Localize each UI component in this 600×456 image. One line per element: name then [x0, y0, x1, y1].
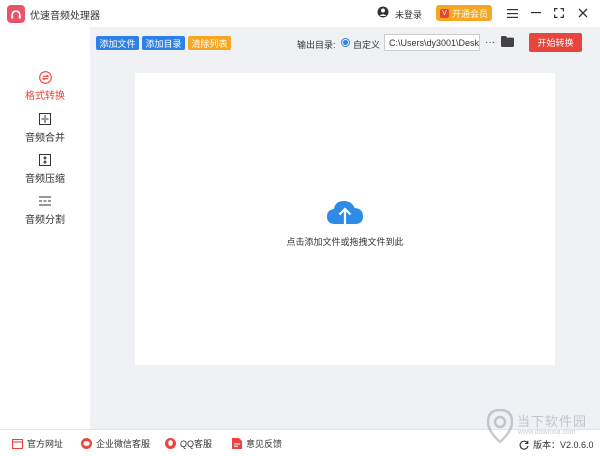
start-convert-button[interactable]: 开始转换	[529, 33, 582, 52]
vip-button-label: 开通会员	[451, 8, 488, 19]
sidebar-item-split[interactable]: 音频分割	[0, 192, 90, 232]
wechat-icon	[81, 438, 92, 449]
custom-radio[interactable]	[341, 38, 350, 47]
toolbar: 添加文件 添加目录 清除列表 输出目录: 自定义 ··· 开始转换	[90, 27, 600, 59]
sidebar-item-label: 音频合并	[25, 133, 65, 144]
add-file-button[interactable]: 添加文件	[96, 36, 139, 50]
wechat-service-link[interactable]: 企业微信客服	[81, 437, 150, 450]
watermark-url: www.downxia.com	[518, 429, 576, 436]
sidebar-item-label: 音频压缩	[25, 174, 65, 185]
cloud-upload-icon	[327, 201, 363, 225]
app-logo-icon	[7, 5, 25, 23]
output-dir-label: 输出目录:	[297, 40, 336, 50]
clear-list-button[interactable]: 清除列表	[188, 36, 231, 50]
sidebar-item-merge[interactable]: 音频合并	[0, 110, 90, 150]
close-icon[interactable]	[575, 5, 591, 21]
add-folder-button[interactable]: 添加目录	[142, 36, 185, 50]
title-bar: 优速音频处理器 未登录 V 开通会员	[0, 0, 600, 27]
sidebar-item-label: 音频分割	[25, 215, 65, 226]
menu-icon[interactable]	[504, 5, 520, 21]
format-convert-icon	[38, 70, 52, 84]
maximize-icon[interactable]	[551, 5, 567, 21]
browse-more-button[interactable]: ···	[484, 34, 496, 50]
vip-badge-icon: V	[439, 8, 449, 18]
website-icon	[12, 438, 23, 449]
login-link[interactable]: 未登录	[395, 8, 422, 21]
file-dropzone[interactable]: 点击添加文件或拖拽文件到此	[135, 73, 555, 365]
watermark-text: 当下软件园	[517, 414, 588, 429]
sidebar-item-compress[interactable]: 音频压缩	[0, 151, 90, 191]
feedback-icon	[231, 438, 242, 449]
folder-icon[interactable]	[501, 36, 514, 47]
vip-button[interactable]: V 开通会员	[436, 5, 492, 21]
qq-service-link[interactable]: QQ客服	[165, 437, 212, 450]
watermark: 当下软件园 www.downxia.com	[487, 407, 592, 447]
compress-icon	[38, 153, 52, 167]
qq-icon	[165, 438, 176, 449]
app-title: 优速音频处理器	[30, 11, 100, 22]
sidebar-item-label: 格式转换	[25, 91, 65, 102]
split-icon	[38, 194, 52, 208]
minimize-icon[interactable]	[528, 5, 544, 21]
main-area: 添加文件 添加目录 清除列表 输出目录: 自定义 ··· 开始转换 点击添加文件…	[90, 27, 600, 429]
website-label: 官方网址	[27, 439, 64, 449]
output-path-input[interactable]	[384, 34, 480, 51]
custom-radio-label[interactable]: 自定义	[353, 38, 380, 51]
website-link[interactable]: 官方网址	[12, 437, 63, 450]
user-icon[interactable]	[377, 6, 389, 18]
dropzone-hint: 点击添加文件或拖拽文件到此	[286, 237, 404, 247]
wechat-label: 企业微信客服	[96, 439, 151, 449]
qq-label: QQ客服	[180, 439, 213, 449]
watermark-logo-icon	[487, 409, 513, 443]
feedback-label: 意见反馈	[246, 439, 283, 449]
merge-icon	[38, 112, 52, 126]
sidebar: 格式转换 音频合并 音频压缩 音频分割	[0, 27, 90, 429]
sidebar-item-format-convert[interactable]: 格式转换	[0, 68, 90, 108]
feedback-link[interactable]: 意见反馈	[231, 437, 282, 450]
